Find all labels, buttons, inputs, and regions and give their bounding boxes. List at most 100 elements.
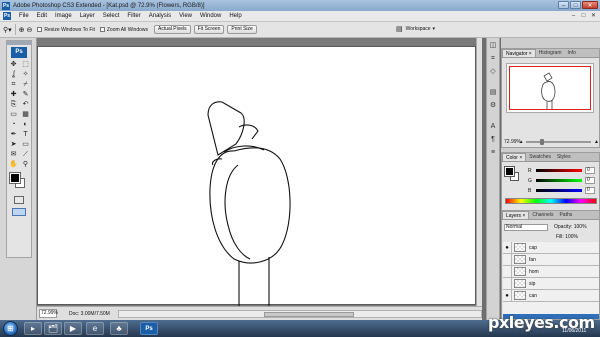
layer-row-cap[interactable]: ● cap [503,242,599,254]
ps-menu-icon[interactable]: Ps [3,12,11,20]
menu-image[interactable]: Image [51,13,76,19]
start-button[interactable]: ⊞ [3,321,18,336]
screen-mode-button[interactable] [12,208,26,216]
fill-field[interactable]: Fill: 100% [556,234,578,240]
visibility-toggle[interactable] [503,253,512,266]
menu-layer[interactable]: Layer [76,13,99,19]
color-spectrum[interactable] [505,198,597,204]
eraser-icon[interactable]: ▭ [8,110,19,119]
notes-icon[interactable]: ✉ [8,150,19,159]
tab-paths[interactable]: Paths [556,211,575,219]
clone-stamp-icon[interactable]: ⎘ [8,100,19,109]
tab-histogram[interactable]: Histogram [536,49,565,57]
crop-icon[interactable]: ⌗ [8,80,19,89]
menu-view[interactable]: View [175,13,196,19]
scroll-thumb[interactable] [263,311,355,317]
layer-row-fan[interactable]: fan [503,253,599,266]
canvas[interactable] [37,46,476,306]
channel-slider[interactable] [536,169,582,172]
maximize-button[interactable]: □ [570,1,581,9]
tab-styles[interactable]: Styles [554,153,574,161]
visibility-toggle[interactable] [503,265,512,278]
channel-value[interactable]: 0 [585,177,595,184]
history-brush-icon[interactable]: ↶ [20,100,31,109]
menu-analysis[interactable]: Analysis [145,13,175,19]
menu-window[interactable]: Window [196,13,225,19]
eyedropper-icon[interactable]: ⟋ [20,150,31,159]
navigator-view-box[interactable] [509,66,591,110]
marquee-icon[interactable]: ⬚ [20,60,31,69]
tab-swatches[interactable]: Swatches [526,153,554,161]
menu-select[interactable]: Select [99,13,124,19]
taskbar-player-icon[interactable]: ▶ [64,322,82,335]
channel-value[interactable]: 0 [585,167,595,174]
info-icon[interactable]: ≡ [488,148,499,158]
tab-layers[interactable]: Layers × [502,211,530,219]
zoom-tool-preset-icon[interactable]: ⚲▾ [3,24,12,35]
zoom-level-field[interactable]: 72.99% [39,309,58,318]
resize-windows-checkbox[interactable]: Resize Windows To Fit [37,27,95,33]
menu-filter[interactable]: Filter [123,13,144,19]
hand-icon[interactable]: ✋ [8,160,19,169]
horizontal-scrollbar[interactable] [117,309,482,318]
lasso-icon[interactable]: ʆ [8,70,19,79]
actual-pixels-button[interactable]: Actual Pixels [154,25,191,34]
healing-brush-icon[interactable]: ✚ [8,90,19,99]
visibility-eye-icon[interactable]: ● [503,289,512,302]
blend-mode-select[interactable]: Normal [504,223,548,231]
taskbar-game-icon[interactable]: ♣ [110,322,128,335]
gradient-icon[interactable]: ▦ [20,110,31,119]
layer-row-sip[interactable]: sip [503,277,599,290]
opacity-field[interactable]: Opacity: 100% [554,224,587,230]
print-size-button[interactable]: Print Size [227,25,257,34]
type-icon[interactable]: T [20,130,31,139]
taskbar-browser-icon[interactable]: e [86,322,104,335]
character-icon[interactable]: A [488,122,499,132]
doc-close-button[interactable]: ✕ [590,13,597,20]
zoom-out-icon[interactable]: ⊖ [27,24,33,35]
actions-icon[interactable]: ◇ [488,67,499,77]
tool-presets-icon[interactable]: ⚙ [488,101,499,111]
visibility-eye-icon[interactable]: ● [503,242,512,254]
menu-file[interactable]: File [15,13,33,19]
toolbox-header[interactable] [7,41,31,45]
fit-screen-button[interactable]: Fit Screen [193,25,225,34]
pen-icon[interactable]: ✒ [8,130,19,139]
dodge-icon[interactable]: ◐ [20,120,31,129]
zoom-icon[interactable]: ⚲ [20,160,31,169]
tab-info[interactable]: Info [565,49,579,57]
shape-icon[interactable]: ▭ [20,140,31,149]
navigator-thumbnail[interactable] [506,63,594,113]
move-icon[interactable]: ✥ [8,60,19,69]
channel-value[interactable]: 0 [585,187,595,194]
workspace-switcher[interactable]: ▤ Workspace ▾ [396,25,435,33]
menu-edit[interactable]: Edit [33,13,51,19]
zoom-slider-knob[interactable] [540,138,545,145]
magic-wand-icon[interactable]: ✧ [20,70,31,79]
taskbar-folder-icon[interactable]: 🗂 [44,322,62,335]
layer-row-hom[interactable]: hom [503,265,599,278]
taskbar-media-icon[interactable]: ▸ [24,322,42,335]
foreground-color-swatch[interactable] [9,172,21,184]
brushes-icon[interactable]: ▤ [488,88,499,98]
vertical-scrollbar[interactable] [476,38,482,306]
zoom-slider[interactable] [525,138,592,145]
close-button[interactable]: ✕ [582,1,598,9]
doc-restore-button[interactable]: □ [580,13,587,20]
blur-icon[interactable]: ◔ [8,120,19,129]
tab-channels[interactable]: Channels [529,211,556,219]
slice-icon[interactable]: ⌿ [20,80,31,89]
channel-slider[interactable] [536,179,582,182]
tab-navigator[interactable]: Navigator × [502,49,536,57]
brush-icon[interactable]: ✎ [20,90,31,99]
doc-minimize-button[interactable]: – [570,13,577,20]
layer-row-can[interactable]: ● can [503,289,599,302]
history-icon[interactable]: ⌗ [488,54,499,64]
minimize-button[interactable]: – [558,1,569,9]
visibility-toggle[interactable] [503,277,512,290]
path-select-icon[interactable]: ➤ [8,140,19,149]
zoom-all-windows-checkbox[interactable]: Zoom All Windows [99,27,148,33]
quick-mask-button[interactable] [14,196,24,204]
zoom-in-large-icon[interactable]: ▲ [594,139,599,145]
menu-help[interactable]: Help [225,13,245,19]
